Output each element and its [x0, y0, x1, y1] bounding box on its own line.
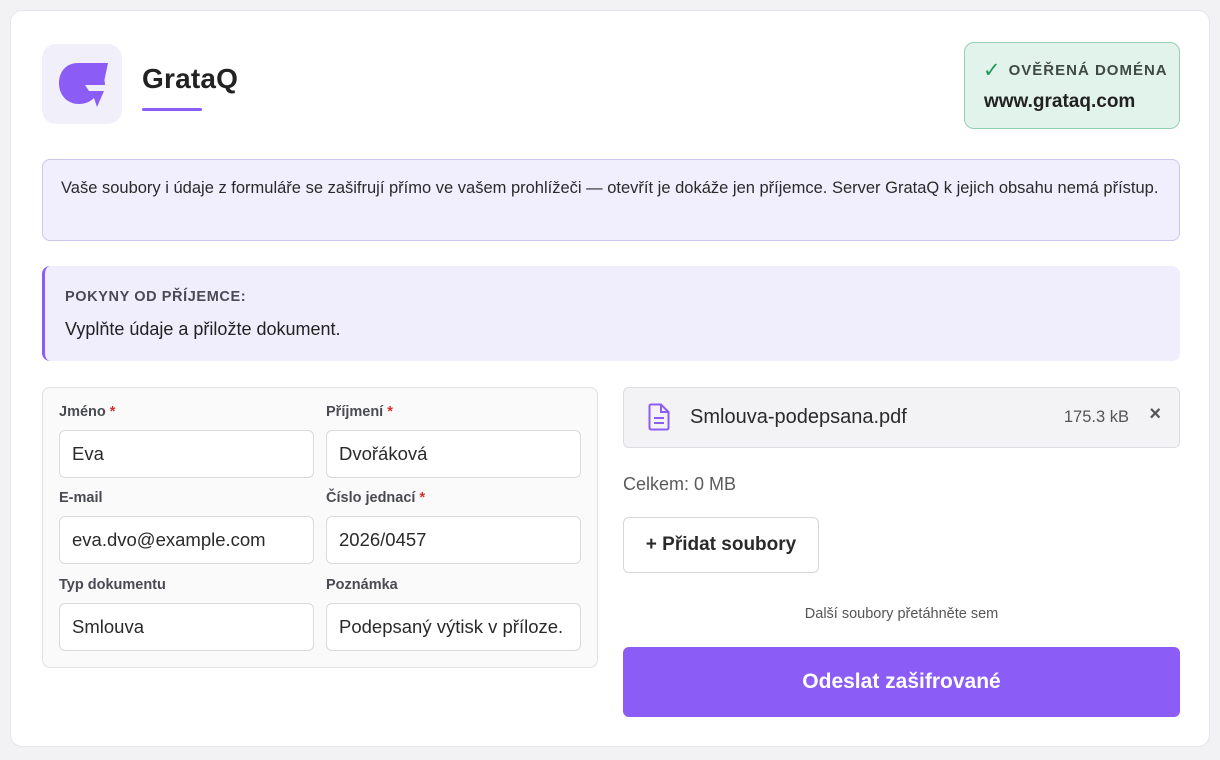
first-name-input[interactable] — [59, 430, 314, 478]
required-mark: * — [419, 490, 426, 506]
submit-encrypted-button[interactable]: Odeslat zašifrované — [623, 647, 1180, 717]
verified-label: OVĚŘENÁ DOMÉNA — [1008, 62, 1168, 79]
add-files-button[interactable]: + Přidat soubory — [623, 517, 819, 573]
file-name: Smlouva-podepsana.pdf — [690, 406, 907, 428]
file-item: Smlouva-podepsana.pdf 175.3 kB × — [623, 387, 1180, 448]
doc-type-label: Typ dokumentu — [59, 577, 166, 593]
reference-group: Číslo jednací * — [326, 490, 581, 564]
last-name-input[interactable] — [326, 430, 581, 478]
verified-header: ✓ OVĚŘENÁ DOMÉNA — [983, 60, 1168, 81]
brand-name: GrataQ — [142, 63, 239, 94]
last-name-group: Příjmení * — [326, 404, 581, 478]
email-group: E-mail — [59, 490, 314, 564]
form-panel: Jméno * Příjmení * E-mail Číslo jednací … — [42, 387, 598, 668]
check-icon: ✓ — [983, 59, 1001, 82]
doc-type-group: Typ dokumentu — [59, 577, 314, 651]
instructions-text: Vyplňte údaje a přiložte dokument. — [65, 319, 341, 339]
document-icon — [648, 403, 670, 431]
grataq-logo-icon — [59, 63, 108, 107]
doc-type-input[interactable] — [59, 603, 314, 651]
encryption-notice: Vaše soubory i údaje z formuláře se zaši… — [42, 159, 1180, 241]
reference-input[interactable] — [326, 516, 581, 564]
upload-card: GrataQ ✓ OVĚŘENÁ DOMÉNA www.grataq.com V… — [10, 10, 1210, 747]
note-group: Poznámka — [326, 577, 581, 651]
recipient-instructions: POKYNY OD PŘÍJEMCE: Vyplňte údaje a přil… — [42, 266, 1180, 361]
note-input[interactable] — [326, 603, 581, 651]
required-mark: * — [387, 404, 393, 420]
verified-domain: www.grataq.com — [984, 91, 1136, 112]
file-size: 175.3 kB — [1063, 408, 1129, 426]
note-label: Poznámka — [326, 577, 398, 593]
instructions-title: POKYNY OD PŘÍJEMCE: — [65, 289, 247, 305]
first-name-group: Jméno * — [59, 404, 314, 478]
brand-underline — [142, 108, 202, 111]
required-mark: * — [109, 404, 116, 420]
email-label: E-mail — [59, 490, 103, 506]
drop-zone-hint[interactable]: Další soubory přetáhněte sem — [623, 606, 1180, 622]
remove-file-icon[interactable]: × — [1149, 404, 1161, 424]
total-size: Celkem: 0 MB — [623, 474, 737, 494]
brand-logo — [42, 44, 122, 124]
email-input[interactable] — [59, 516, 314, 564]
first-name-label: Jméno * — [59, 404, 116, 420]
verified-domain-badge: ✓ OVĚŘENÁ DOMÉNA www.grataq.com — [964, 42, 1180, 129]
reference-label: Číslo jednací * — [326, 490, 426, 506]
last-name-label: Příjmení * — [326, 404, 393, 420]
